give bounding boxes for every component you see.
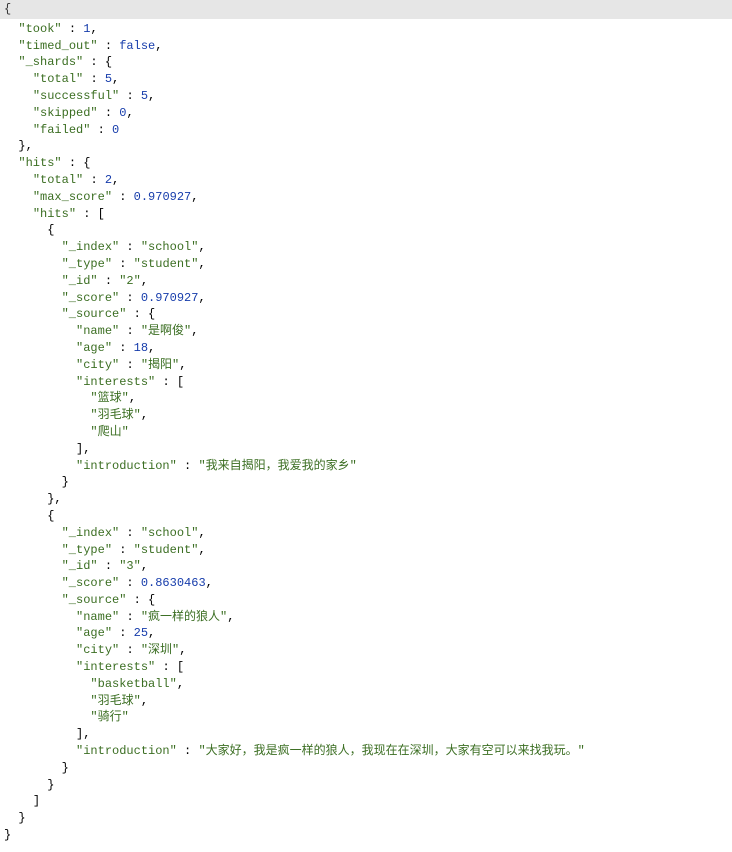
hits-total-key: "total" (33, 173, 83, 187)
h1-source-key: "_source" (62, 593, 127, 607)
h1-age-key: "age" (76, 626, 112, 640)
h1-intro-key: "introduction" (76, 744, 177, 758)
h0-name-val: "是啊俊" (141, 324, 191, 338)
h0-type-val: "student" (134, 257, 199, 271)
h0-int0: "篮球" (90, 391, 128, 405)
h1-name-val: "疯一样的狼人" (141, 610, 227, 624)
h0-id-val: "2" (119, 274, 141, 288)
h0-int2: "爬山" (90, 425, 128, 439)
h1-city-val: "深圳" (141, 643, 179, 657)
h1-id-key: "_id" (62, 559, 98, 573)
max-score-key: "max_score" (33, 190, 112, 204)
h1-type-val: "student" (134, 543, 199, 557)
max-score-val: 0.970927 (134, 190, 192, 204)
h0-score-val: 0.970927 (141, 291, 199, 305)
h0-int1: "羽毛球" (90, 408, 140, 422)
h0-intro-key: "introduction" (76, 459, 177, 473)
h1-int1: "羽毛球" (90, 694, 140, 708)
shards-total-key: "total" (33, 72, 83, 86)
h0-id-key: "_id" (62, 274, 98, 288)
shards-successful-val: 5 (141, 89, 148, 103)
h0-score-key: "_score" (62, 291, 120, 305)
h1-name-key: "name" (76, 610, 119, 624)
h0-city-val: "揭阳" (141, 358, 179, 372)
h0-name-key: "name" (76, 324, 119, 338)
h1-id-val: "3" (119, 559, 141, 573)
h0-intro-val: "我来自揭阳，我爱我的家乡" (198, 459, 356, 473)
shards-key: "_shards" (18, 55, 83, 69)
hits-key: "hits" (18, 156, 61, 170)
code-header: { (0, 0, 732, 19)
h1-score-val: 0.8630463 (141, 576, 206, 590)
h0-source-key: "_source" (62, 307, 127, 321)
h1-int0: "basketball" (90, 677, 176, 691)
hits-total-val: 2 (105, 173, 112, 187)
h1-interests-key: "interests" (76, 660, 155, 674)
shards-successful-key: "successful" (33, 89, 119, 103)
h0-city-key: "city" (76, 358, 119, 372)
h0-index-val: "school" (141, 240, 199, 254)
h1-int2: "骑行" (90, 710, 128, 724)
shards-failed-val: 0 (112, 123, 119, 137)
h1-intro-val: "大家好，我是疯一样的狼人，我现在在深圳，大家有空可以来找我玩。" (198, 744, 584, 758)
timed-out-val: false (119, 39, 155, 53)
shards-failed-key: "failed" (33, 123, 91, 137)
timed-out-key: "timed_out" (18, 39, 97, 53)
h0-interests-key: "interests" (76, 375, 155, 389)
h0-index-key: "_index" (62, 240, 120, 254)
shards-skipped-key: "skipped" (33, 106, 98, 120)
h1-type-key: "_type" (62, 543, 112, 557)
h1-index-key: "_index" (62, 526, 120, 540)
hits-arr-key: "hits" (33, 207, 76, 221)
h0-age-val: 18 (134, 341, 148, 355)
open-brace: { (4, 2, 11, 16)
json-output: "took" : 1, "timed_out" : false, "_shard… (0, 19, 732, 850)
h1-age-val: 25 (134, 626, 148, 640)
h0-type-key: "_type" (62, 257, 112, 271)
h1-index-val: "school" (141, 526, 199, 540)
shards-total-val: 5 (105, 72, 112, 86)
h1-city-key: "city" (76, 643, 119, 657)
h0-age-key: "age" (76, 341, 112, 355)
h1-score-key: "_score" (62, 576, 120, 590)
took-key: "took" (18, 22, 61, 36)
